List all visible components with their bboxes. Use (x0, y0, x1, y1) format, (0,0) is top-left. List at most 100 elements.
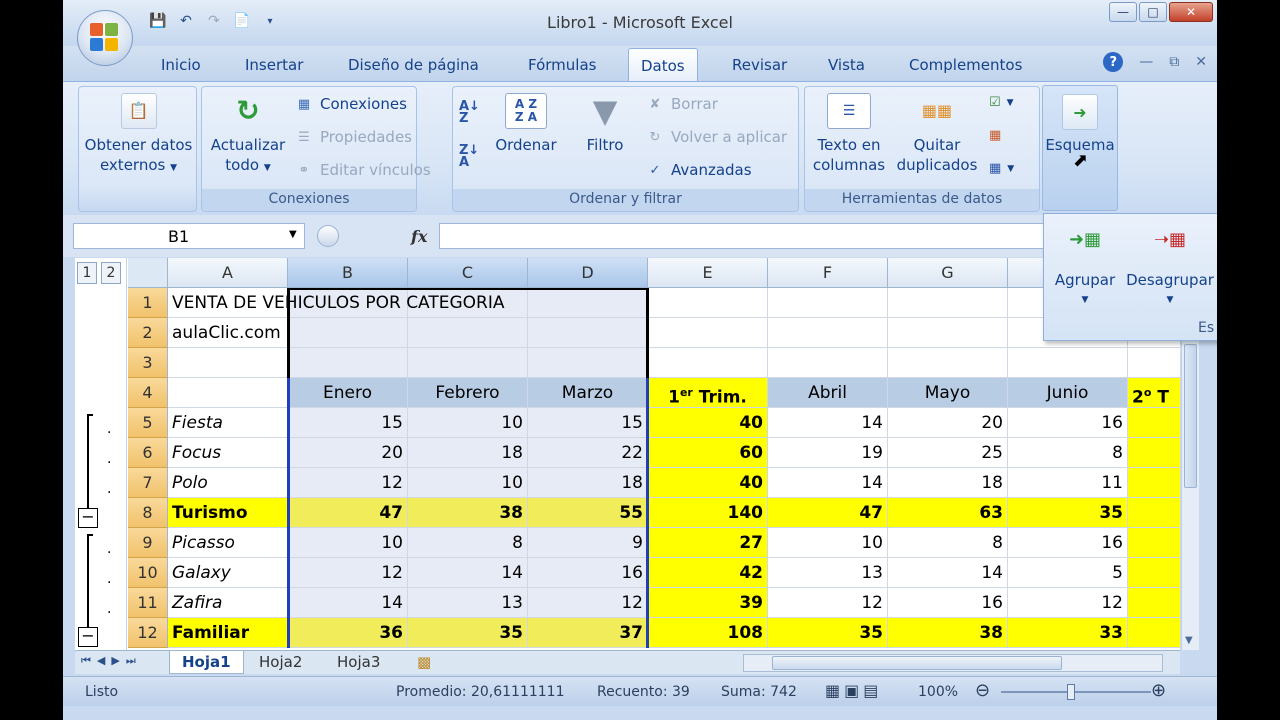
cell-f6[interactable]: 19 (768, 438, 888, 468)
vertical-scroll-thumb[interactable] (1184, 344, 1197, 488)
tab-complementos[interactable]: Complementos (909, 56, 1022, 74)
cell-a7[interactable]: Polo (168, 468, 288, 498)
collapse-group-button[interactable]: − (78, 508, 98, 528)
zoom-out-icon[interactable]: ⊖ (975, 680, 990, 701)
cell-h6[interactable]: 8 (1008, 438, 1128, 468)
cell-b3[interactable] (288, 348, 408, 378)
scroll-down-icon[interactable]: ▼ (1185, 635, 1193, 646)
obtener-datos-externos-button[interactable]: 📋 Obtener datos externos ▼ (79, 93, 198, 178)
cell-d8[interactable]: 55 (528, 498, 648, 528)
cell-f12[interactable]: 35 (768, 618, 888, 648)
cell-c9[interactable]: 8 (408, 528, 528, 558)
outline-level-1-button[interactable]: 1 (77, 262, 97, 284)
cell-e2[interactable] (648, 318, 768, 348)
cell-d2[interactable] (528, 318, 648, 348)
cell-d11[interactable]: 12 (528, 588, 648, 618)
cell-i11[interactable] (1128, 588, 1180, 618)
cell-e12[interactable]: 108 (648, 618, 768, 648)
cell-i8[interactable] (1128, 498, 1180, 528)
filtro-button[interactable]: ▼ Filtro (565, 93, 645, 155)
help-icon[interactable]: ? (1103, 52, 1124, 72)
cell-f8[interactable]: 47 (768, 498, 888, 528)
row-header-4[interactable]: 4 (128, 378, 168, 408)
cell-g4[interactable]: Mayo (888, 378, 1008, 408)
cell-g8[interactable]: 63 (888, 498, 1008, 528)
tab-diseno[interactable]: Diseño de página (348, 56, 479, 74)
view-mode-icons[interactable]: ▦▣▤ (825, 681, 882, 700)
sheet-tab-hoja3[interactable]: Hoja3 (325, 651, 392, 674)
cell-g1[interactable] (888, 288, 1008, 318)
quitar-duplicados-button[interactable]: ▦▦ Quitar duplicados (891, 93, 983, 175)
cell-e8[interactable]: 140 (648, 498, 768, 528)
cell-f4[interactable]: Abril (768, 378, 888, 408)
cell-d12[interactable]: 37 (528, 618, 648, 648)
cell-d4[interactable]: Marzo (528, 378, 648, 408)
sort-za-button[interactable]: Z↓ A (459, 144, 479, 169)
cell-h11[interactable]: 12 (1008, 588, 1128, 618)
sheet-nav-icons[interactable]: ⏮◀▶⏭ (81, 654, 142, 668)
editar-vinculos-button[interactable]: ⚭ Editar vínculos (294, 161, 431, 179)
cell-h3[interactable] (1008, 348, 1128, 378)
cell-h7[interactable]: 11 (1008, 468, 1128, 498)
minimize-button[interactable]: — (1109, 2, 1137, 22)
cell-e3[interactable] (648, 348, 768, 378)
sheet-tab-hoja1[interactable]: Hoja1 (169, 651, 244, 674)
select-all-corner[interactable] (128, 258, 168, 288)
cell-c2[interactable] (408, 318, 528, 348)
cell-f5[interactable]: 14 (768, 408, 888, 438)
cell-e7[interactable]: 40 (648, 468, 768, 498)
row-header-10[interactable]: 10 (128, 558, 168, 588)
avanzadas-button[interactable]: ✓ Avanzadas (645, 161, 752, 179)
cell-g12[interactable]: 38 (888, 618, 1008, 648)
cell-d5[interactable]: 15 (528, 408, 648, 438)
zoom-slider[interactable] (1001, 691, 1151, 693)
data-validation-button[interactable]: ☑ ▼ (989, 95, 1014, 110)
actualizar-todo-button[interactable]: ↻ Actualizar todo ▼ (206, 93, 290, 178)
cell-e1[interactable] (648, 288, 768, 318)
column-header-c[interactable]: C (408, 258, 528, 288)
cell-d1[interactable] (528, 288, 648, 318)
cell-d10[interactable]: 16 (528, 558, 648, 588)
cell-e11[interactable]: 39 (648, 588, 768, 618)
cell-f1[interactable] (768, 288, 888, 318)
cell-c7[interactable]: 10 (408, 468, 528, 498)
texto-en-columnas-button[interactable]: ☰ Texto en columnas (809, 93, 889, 175)
what-if-button[interactable]: ▦ ▼ (989, 161, 1014, 176)
cell-i3[interactable] (1128, 348, 1180, 378)
formula-expand-icon[interactable] (317, 225, 339, 247)
tab-inicio[interactable]: Inicio (161, 56, 201, 74)
cell-b11[interactable]: 14 (288, 588, 408, 618)
row-header-2[interactable]: 2 (128, 318, 168, 348)
cell-i4[interactable]: 2o T (1128, 378, 1180, 408)
cell-c11[interactable]: 13 (408, 588, 528, 618)
cell-g3[interactable] (888, 348, 1008, 378)
cell-f7[interactable]: 14 (768, 468, 888, 498)
column-header-b[interactable]: B (288, 258, 408, 288)
cell-g10[interactable]: 14 (888, 558, 1008, 588)
cell-h12[interactable]: 33 (1008, 618, 1128, 648)
cell-i5[interactable] (1128, 408, 1180, 438)
column-header-g[interactable]: G (888, 258, 1008, 288)
cell-c3[interactable] (408, 348, 528, 378)
zoom-level[interactable]: 100% (918, 684, 958, 700)
consolidate-button[interactable]: ▦ (989, 128, 1001, 143)
cell-e6[interactable]: 60 (648, 438, 768, 468)
cell-i10[interactable] (1128, 558, 1180, 588)
cell-b12[interactable]: 36 (288, 618, 408, 648)
row-header-8[interactable]: 8 (128, 498, 168, 528)
cell-i6[interactable] (1128, 438, 1180, 468)
row-header-12[interactable]: 12 (128, 618, 168, 648)
cell-a4[interactable] (168, 378, 288, 408)
cell-d9[interactable]: 9 (528, 528, 648, 558)
sheet-tab-hoja2[interactable]: Hoja2 (247, 651, 314, 674)
cell-a9[interactable]: Picasso (168, 528, 288, 558)
volver-aplicar-button[interactable]: ↻ Volver a aplicar (645, 128, 788, 146)
insert-function-icon[interactable]: fx (411, 227, 427, 246)
column-header-e[interactable]: E (648, 258, 768, 288)
tab-vista[interactable]: Vista (828, 56, 865, 74)
cell-a3[interactable] (168, 348, 288, 378)
desagrupar-button[interactable]: ➝▦ Desagrupar ▼ (1124, 222, 1216, 310)
cell-b5[interactable]: 15 (288, 408, 408, 438)
cell-a2[interactable]: aulaClic.com (168, 318, 288, 348)
cell-b10[interactable]: 12 (288, 558, 408, 588)
